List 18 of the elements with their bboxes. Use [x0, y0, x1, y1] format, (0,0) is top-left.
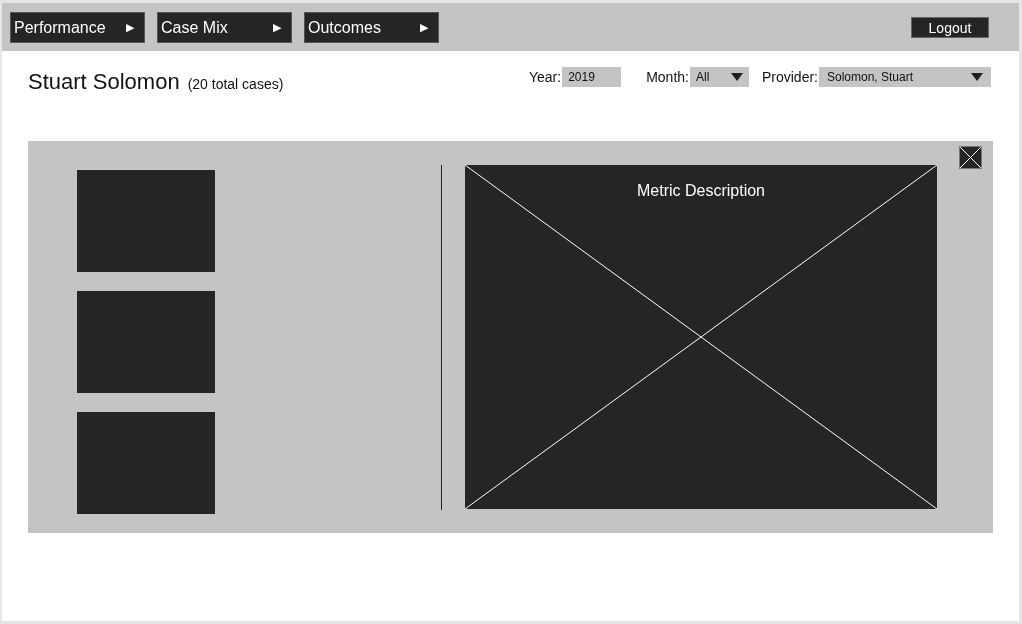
filter-label: Provider: — [761, 69, 818, 85]
caret-icon — [971, 73, 983, 81]
provider-name: Stuart Solomon — [28, 69, 180, 95]
filter-label: Year: — [528, 69, 562, 85]
case-count: (20 total cases) — [187, 76, 284, 92]
close-button[interactable] — [959, 146, 982, 169]
caret-icon — [730, 73, 743, 81]
nav-menu-button[interactable]: Case Mix ▶ — [157, 12, 292, 43]
metric-tile[interactable] — [77, 170, 215, 272]
logout-button[interactable]: Logout — [911, 17, 989, 38]
dropdown[interactable]: All — [689, 67, 749, 87]
metric-tile[interactable] — [77, 291, 215, 393]
dropdown[interactable]: Solomon, Stuart — [819, 67, 991, 87]
metric-tile[interactable] — [77, 412, 215, 514]
filter-label: Month: — [646, 69, 689, 85]
nav-menu-button[interactable]: Performance ▶ — [10, 12, 145, 43]
year-field[interactable]: 2019 — [562, 67, 622, 87]
nav-menu-button[interactable]: Outcomes ▶ — [304, 12, 439, 43]
